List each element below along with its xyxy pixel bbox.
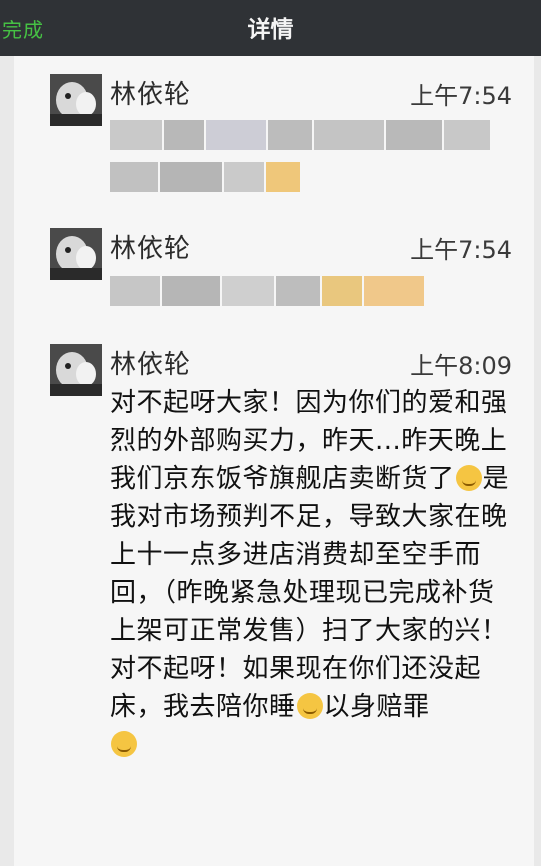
- message-item[interactable]: 林依轮 上午7:54: [50, 228, 512, 328]
- blurred-text-line: [110, 276, 426, 306]
- message-text: 以身赔罪: [323, 692, 430, 722]
- sender-name: 林依轮: [110, 234, 192, 264]
- page-title: 详情: [247, 17, 294, 43]
- dog-avatar-icon: [50, 228, 102, 280]
- dog-avatar-icon: [50, 74, 102, 126]
- message-text: 对不起呀大家！因为你们的爱和强烈的外部购买力，昨天...昨天晚上我们京东饭爷旗舰…: [110, 388, 508, 494]
- sender-name: 林依轮: [110, 80, 192, 110]
- avatar[interactable]: [50, 344, 102, 396]
- message-detail-panel: 林依轮 上午7:54 林依轮 上午7:54 林依轮 上午8:09 对不起呀大家！…: [14, 56, 534, 866]
- dog-avatar-icon: [50, 344, 102, 396]
- blurred-text-line: [110, 120, 492, 150]
- avatar[interactable]: [50, 228, 102, 280]
- smirk-emoji-icon: [455, 465, 482, 491]
- blurred-text-line: [110, 162, 302, 192]
- avatar[interactable]: [50, 74, 102, 126]
- sender-name: 林依轮: [110, 350, 192, 380]
- message-body: 对不起呀大家！因为你们的爱和强烈的外部购买力，昨天...昨天晚上我们京东饭爷旗舰…: [110, 384, 510, 764]
- message-time: 上午7:54: [410, 236, 512, 264]
- message-item[interactable]: 林依轮 上午8:09 对不起呀大家！因为你们的爱和强烈的外部购买力，昨天...昨…: [50, 344, 512, 864]
- message-time: 上午7:54: [410, 82, 512, 110]
- navigation-bar: 完成 详情: [0, 0, 541, 56]
- message-text: 是我对市场预判不足，导致大家在晚上十一点多进店消费却至空手而回，（昨晚紧急处理现…: [110, 464, 510, 722]
- message-item[interactable]: 林依轮 上午7:54: [50, 74, 512, 204]
- sunglasses-emoji-icon: [296, 693, 323, 719]
- message-time: 上午8:09: [410, 352, 512, 380]
- sweat-emoji-icon: [111, 731, 137, 757]
